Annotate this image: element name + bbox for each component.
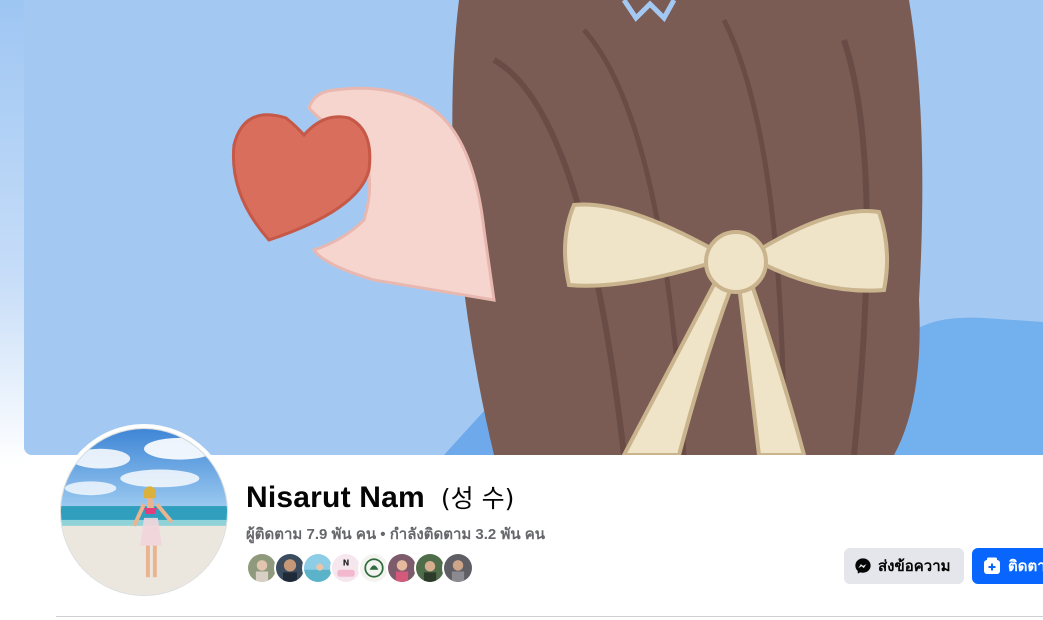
svg-text:N: N (343, 558, 350, 567)
stats-separator: • (376, 526, 390, 543)
friend-avatar-icon (416, 554, 444, 582)
message-button[interactable]: ส่งข้อความ (844, 548, 964, 584)
friend-avatar-icon (276, 554, 304, 582)
follow-button[interactable]: ติดตาม (972, 548, 1043, 584)
friend-avatar-icon (388, 554, 416, 582)
mutual-friends-row: N (246, 552, 474, 584)
friend-avatar-6[interactable] (442, 552, 474, 584)
beach-photo-icon (61, 429, 227, 595)
friend-avatar-icon (248, 554, 276, 582)
profile-name: Nisarut Nam (246, 481, 425, 514)
friend-avatar-icon (304, 554, 332, 582)
follow-icon (984, 557, 1000, 574)
page-edge-gradient (0, 0, 24, 620)
page-logo-icon: N (332, 554, 360, 582)
messenger-icon (855, 558, 871, 574)
cover-illustration-icon (24, 0, 1043, 455)
profile-picture[interactable] (56, 424, 232, 600)
page-logo-icon (360, 554, 388, 582)
follow-stats: ผู้ติดตาม 7.9 พัน คน • กำลังติดตาม 3.2 พ… (246, 522, 545, 546)
header-divider (56, 616, 1043, 617)
follow-button-label: ติดตาม (1008, 557, 1043, 575)
followers-link[interactable]: ผู้ติดตาม 7.9 พัน คน (246, 526, 376, 543)
profile-alternate-name: (성 수) (440, 484, 515, 513)
cover-photo[interactable] (24, 0, 1043, 455)
friend-avatar-icon (444, 554, 472, 582)
following-link[interactable]: กำลังติดตาม 3.2 พัน คน (390, 526, 545, 543)
message-button-label: ส่งข้อความ (878, 557, 951, 575)
